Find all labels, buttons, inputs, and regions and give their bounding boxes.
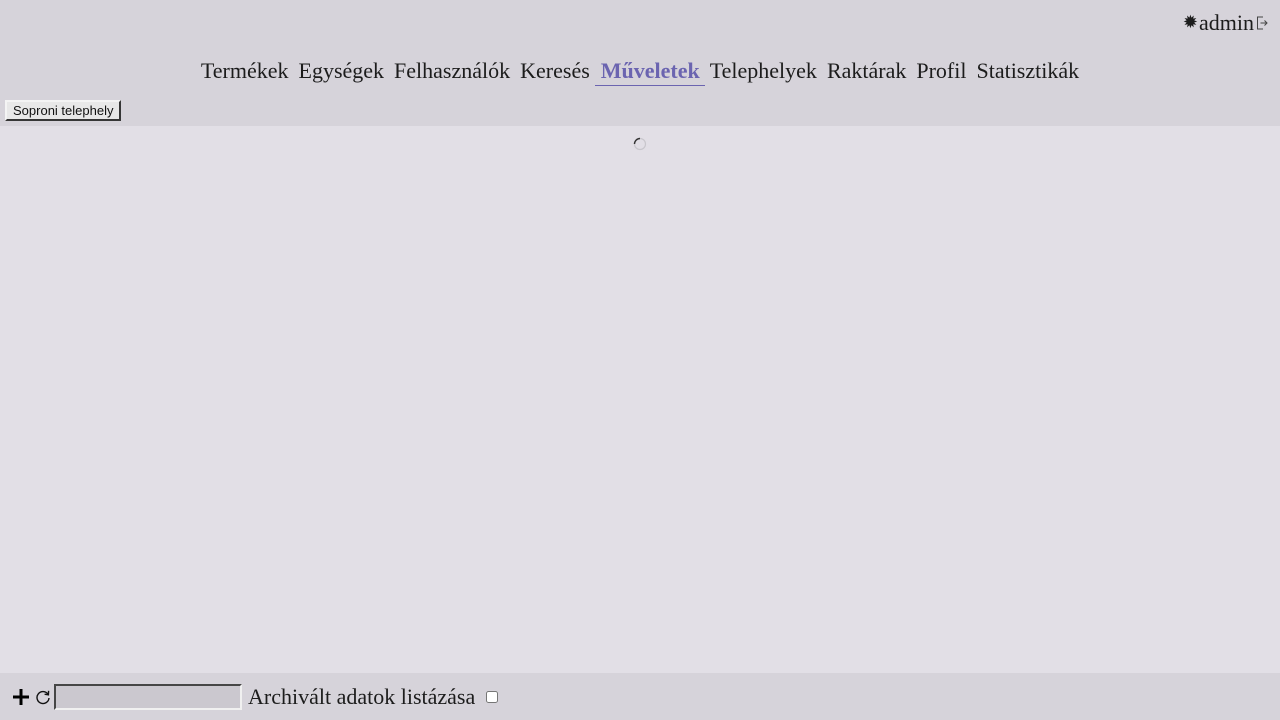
nav-item-kereses[interactable]: Keresés — [515, 56, 595, 86]
nav-item-muveletek[interactable]: Műveletek — [594, 57, 705, 86]
nav-item-egysegek[interactable]: Egységek — [294, 56, 390, 86]
search-input[interactable] — [54, 683, 242, 710]
app-header: ✹ admin Termékek Egységek Felhasználók K… — [0, 0, 1280, 126]
nav-item-felhasznalok[interactable]: Felhasználók — [389, 56, 515, 86]
site-select-button[interactable]: Soproni telephely — [5, 100, 122, 121]
nav-item-profil[interactable]: Profil — [911, 56, 971, 86]
spinner-icon — [633, 137, 647, 151]
archive-checkbox[interactable] — [486, 690, 499, 703]
nav-item-termekek[interactable]: Termékek — [196, 56, 294, 86]
logout-icon[interactable] — [1256, 16, 1268, 30]
plus-icon[interactable] — [11, 687, 31, 707]
sun-icon[interactable]: ✹ — [1183, 10, 1198, 36]
user-name[interactable]: admin — [1199, 10, 1254, 36]
user-area: ✹ admin — [1183, 10, 1268, 36]
refresh-icon[interactable] — [35, 689, 51, 705]
footer-toolbar: Archivált adatok listázása — [0, 673, 1280, 720]
main-nav: Termékek Egységek Felhasználók Keresés M… — [0, 56, 1280, 86]
nav-item-statisztikak[interactable]: Statisztikák — [971, 56, 1084, 86]
nav-item-raktarak[interactable]: Raktárak — [822, 56, 911, 86]
nav-item-telephelyek[interactable]: Telephelyek — [705, 56, 822, 86]
main-content — [0, 126, 1280, 673]
archive-label: Archivált adatok listázása — [248, 683, 476, 709]
